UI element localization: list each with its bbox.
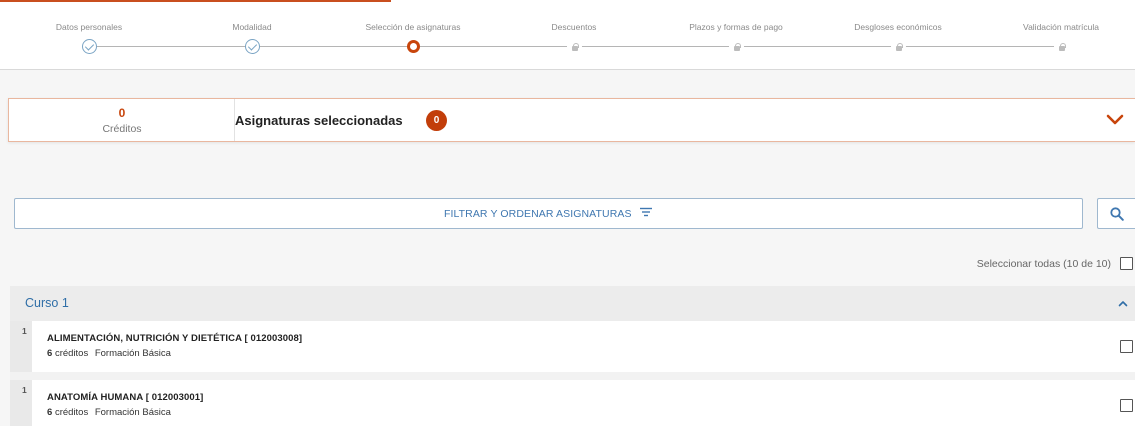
subject-index: 1 bbox=[22, 326, 27, 336]
subject-row[interactable]: 1 ALIMENTACIÓN, NUTRICIÓN Y DIETÉTICA [ … bbox=[10, 321, 1135, 372]
lock-icon bbox=[1054, 39, 1069, 54]
select-all-label: Seleccionar todas (10 de 10) bbox=[976, 258, 1111, 270]
step-label: Datos personales bbox=[55, 22, 123, 32]
subject-checkbox[interactable] bbox=[1120, 399, 1133, 412]
filter-icon bbox=[640, 208, 653, 217]
filter-sort-button[interactable]: FILTRAR Y ORDENAR ASIGNATURAS bbox=[14, 198, 1083, 229]
step-label: Modalidad bbox=[232, 22, 272, 32]
subject-index: 1 bbox=[22, 385, 27, 395]
subject-credits: 6 bbox=[47, 348, 53, 359]
subject-meta: 6 créditos Formación Básica bbox=[47, 407, 171, 418]
lock-icon bbox=[729, 39, 744, 54]
selected-subjects-panel[interactable]: 0 Créditos Asignaturas seleccionadas 0 bbox=[8, 98, 1135, 142]
credits-value: 0 bbox=[118, 106, 126, 120]
subject-meta: 6 créditos Formación Básica bbox=[47, 348, 171, 359]
row-divider bbox=[10, 372, 1135, 380]
selected-subjects-title: Asignaturas seleccionadas bbox=[235, 113, 403, 128]
subject-index-column: 1 bbox=[10, 380, 32, 426]
step-label: Descuentos bbox=[551, 22, 597, 32]
selected-count-badge: 0 bbox=[426, 110, 447, 131]
search-icon bbox=[1110, 207, 1124, 221]
subject-name: ANATOMÍA HUMANA [ 012003001] bbox=[47, 392, 204, 403]
subject-row[interactable]: 1 ANATOMÍA HUMANA [ 012003001] 6 crédito… bbox=[10, 380, 1135, 426]
subject-credits-unit: créditos bbox=[54, 407, 89, 418]
search-button[interactable] bbox=[1097, 198, 1135, 229]
select-all-checkbox[interactable] bbox=[1120, 257, 1133, 270]
subject-type: Formación Básica bbox=[94, 348, 171, 359]
subject-index-column: 1 bbox=[10, 321, 32, 372]
filter-label: FILTRAR Y ORDENAR ASIGNATURAS bbox=[443, 208, 632, 220]
step-label: Validación matrícula bbox=[1023, 22, 1099, 32]
lock-icon bbox=[891, 39, 906, 54]
step-seleccion-asignaturas[interactable]: Selección de asignaturas bbox=[333, 0, 493, 70]
current-step-icon bbox=[407, 40, 420, 53]
step-label: Selección de asignaturas bbox=[365, 22, 461, 32]
progress-stepper: Datos personales Modalidad Selección de … bbox=[0, 0, 1135, 70]
credits-label: Créditos bbox=[102, 123, 142, 135]
lock-icon bbox=[567, 39, 582, 54]
step-plazos-formas-pago: Plazos y formas de pago bbox=[656, 0, 816, 70]
check-icon bbox=[82, 39, 97, 54]
step-modalidad[interactable]: Modalidad bbox=[172, 0, 332, 70]
subject-type: Formación Básica bbox=[94, 407, 171, 418]
credits-summary: 0 Créditos bbox=[9, 99, 235, 141]
step-datos-personales[interactable]: Datos personales bbox=[9, 0, 169, 70]
course-title: Curso 1 bbox=[25, 296, 69, 310]
chevron-down-icon[interactable] bbox=[1105, 112, 1125, 128]
chevron-up-icon[interactable] bbox=[1118, 300, 1128, 307]
step-descuentos: Descuentos bbox=[494, 0, 654, 70]
course-section-header[interactable]: Curso 1 bbox=[10, 286, 1135, 321]
subject-name: ALIMENTACIÓN, NUTRICIÓN Y DIETÉTICA [ 01… bbox=[47, 333, 303, 344]
step-desgloses-economicos: Desgloses económicos bbox=[818, 0, 978, 70]
check-icon bbox=[245, 39, 260, 54]
subject-credits: 6 bbox=[47, 407, 53, 418]
subject-checkbox[interactable] bbox=[1120, 340, 1133, 353]
step-label: Desgloses económicos bbox=[854, 22, 942, 32]
subject-credits-unit: créditos bbox=[54, 348, 89, 359]
step-label: Plazos y formas de pago bbox=[689, 22, 783, 32]
step-validacion-matricula: Validación matrícula bbox=[981, 0, 1135, 70]
